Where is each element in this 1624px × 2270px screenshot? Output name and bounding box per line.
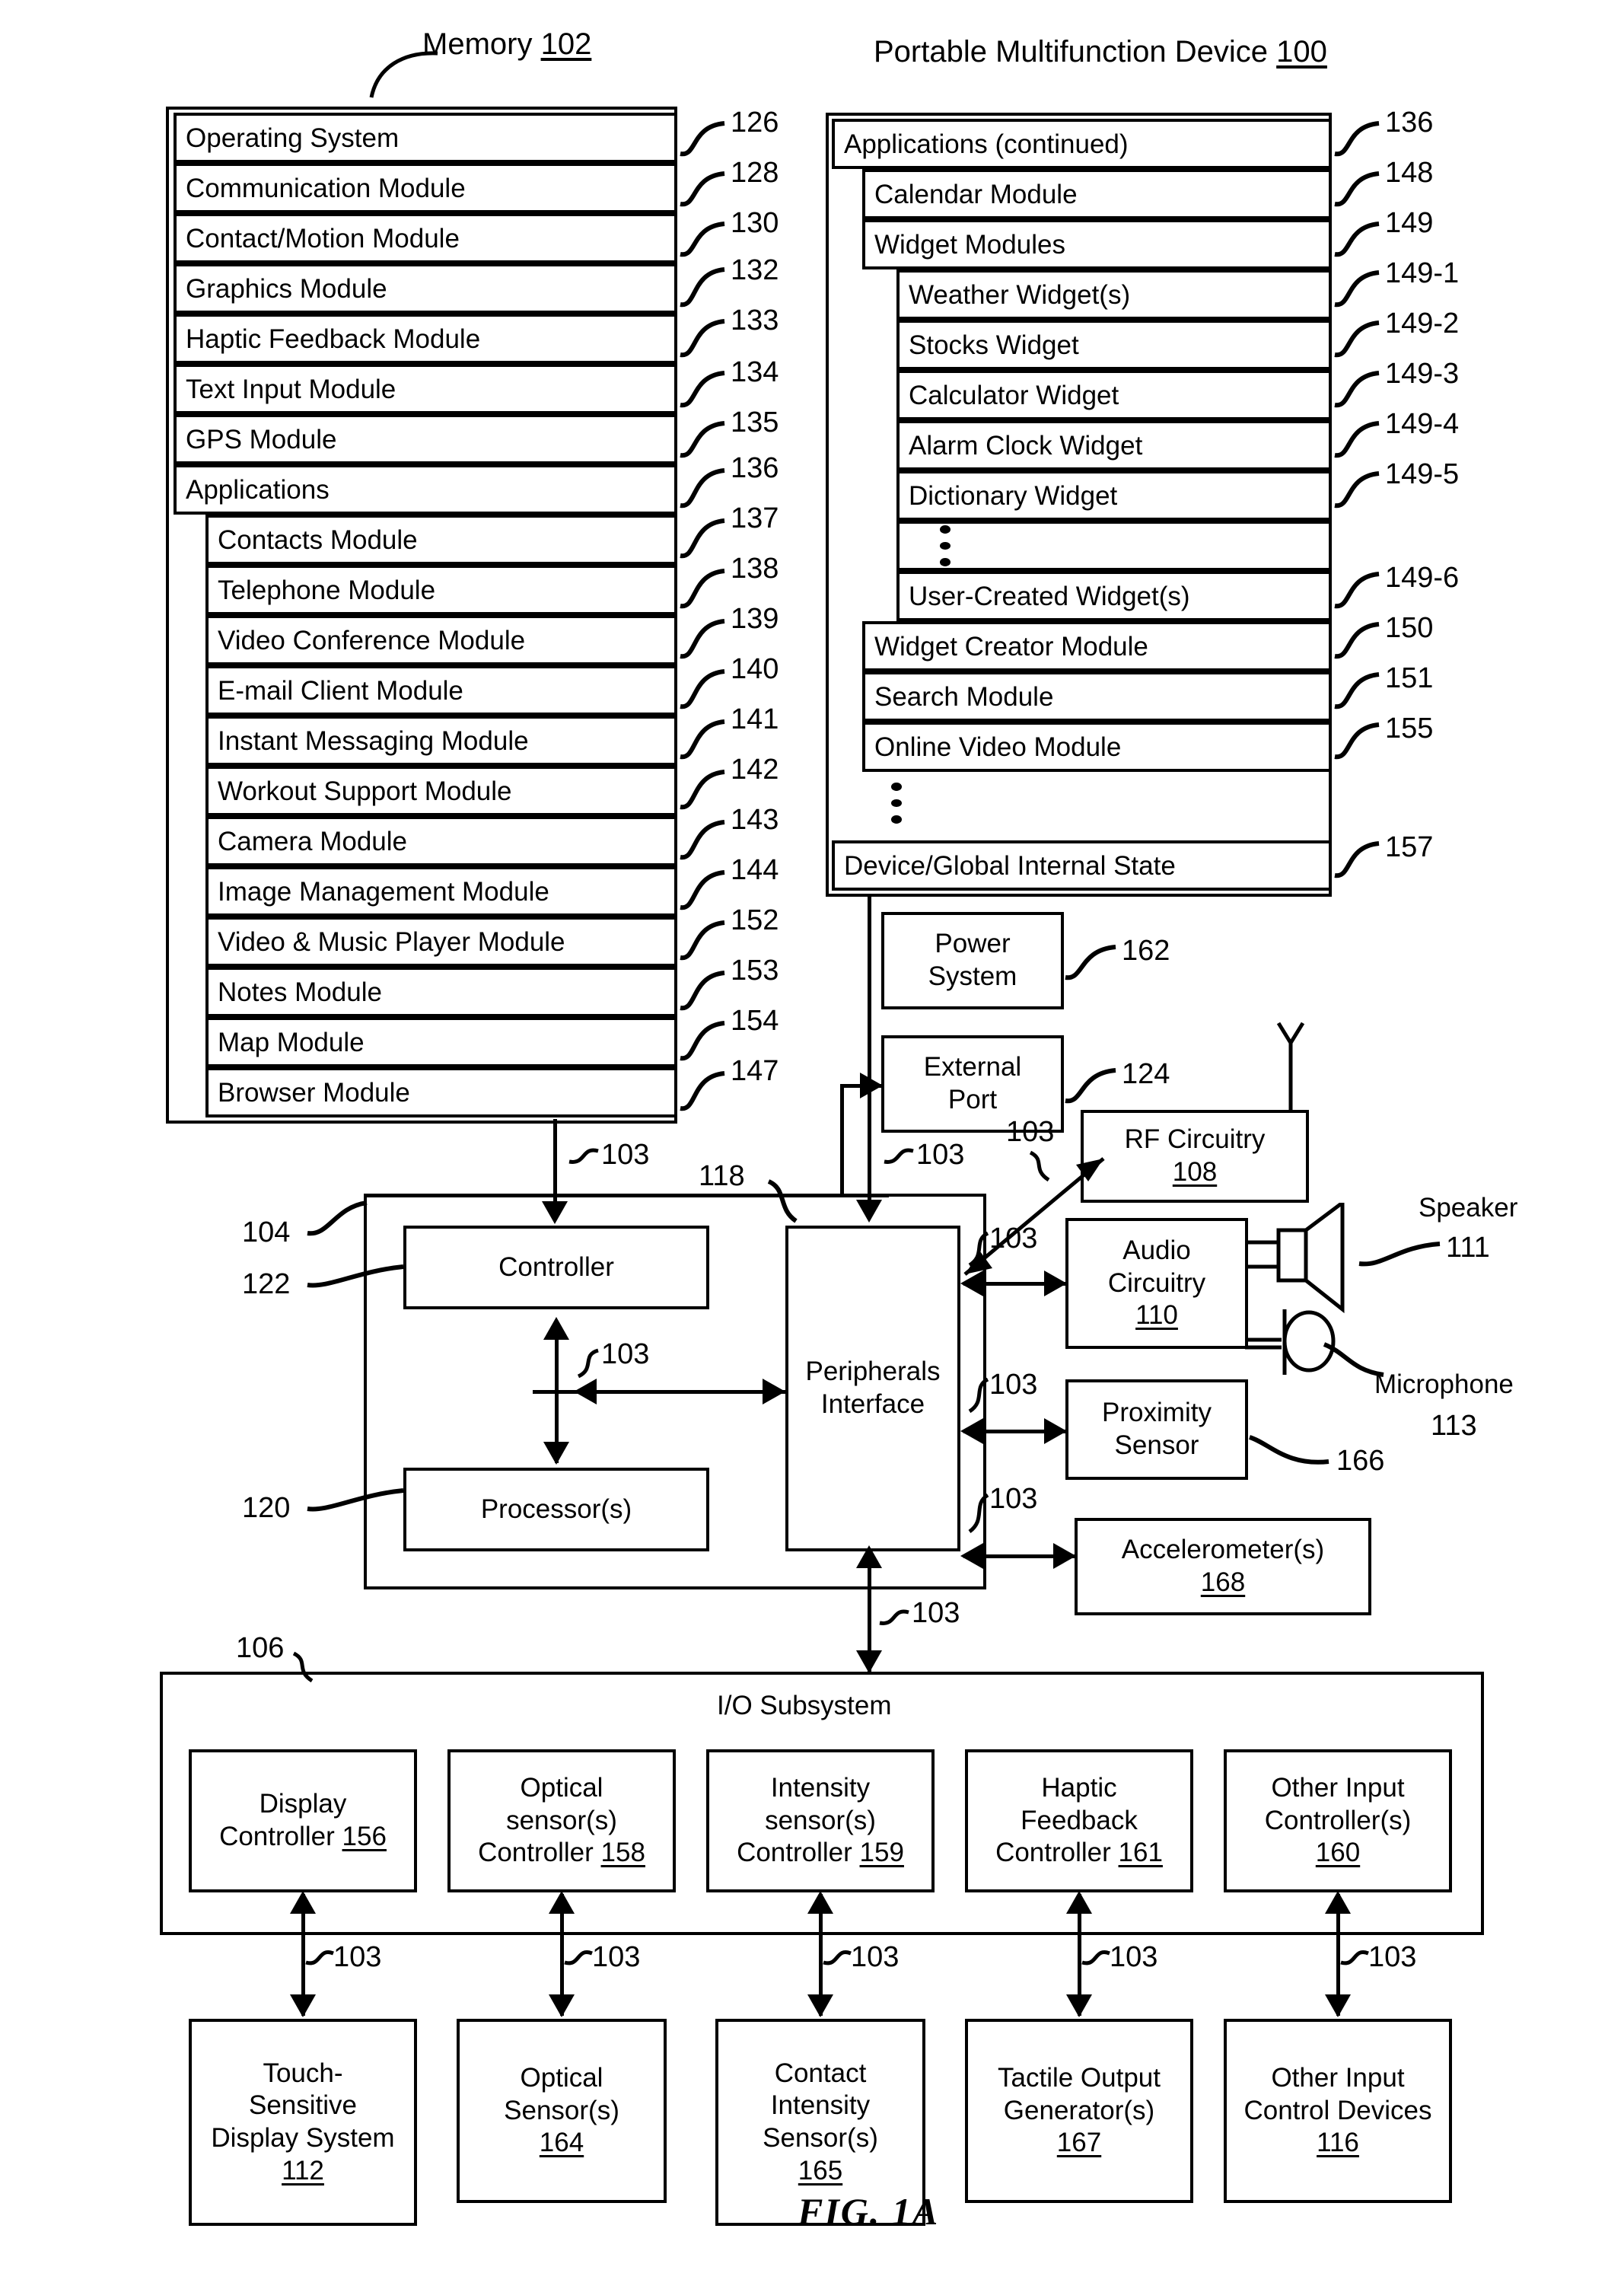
patent-figure-1a: Memory 102 Operating System Communicatio… bbox=[0, 0, 1624, 2270]
block-ref-leaders bbox=[307, 945, 1441, 1512]
